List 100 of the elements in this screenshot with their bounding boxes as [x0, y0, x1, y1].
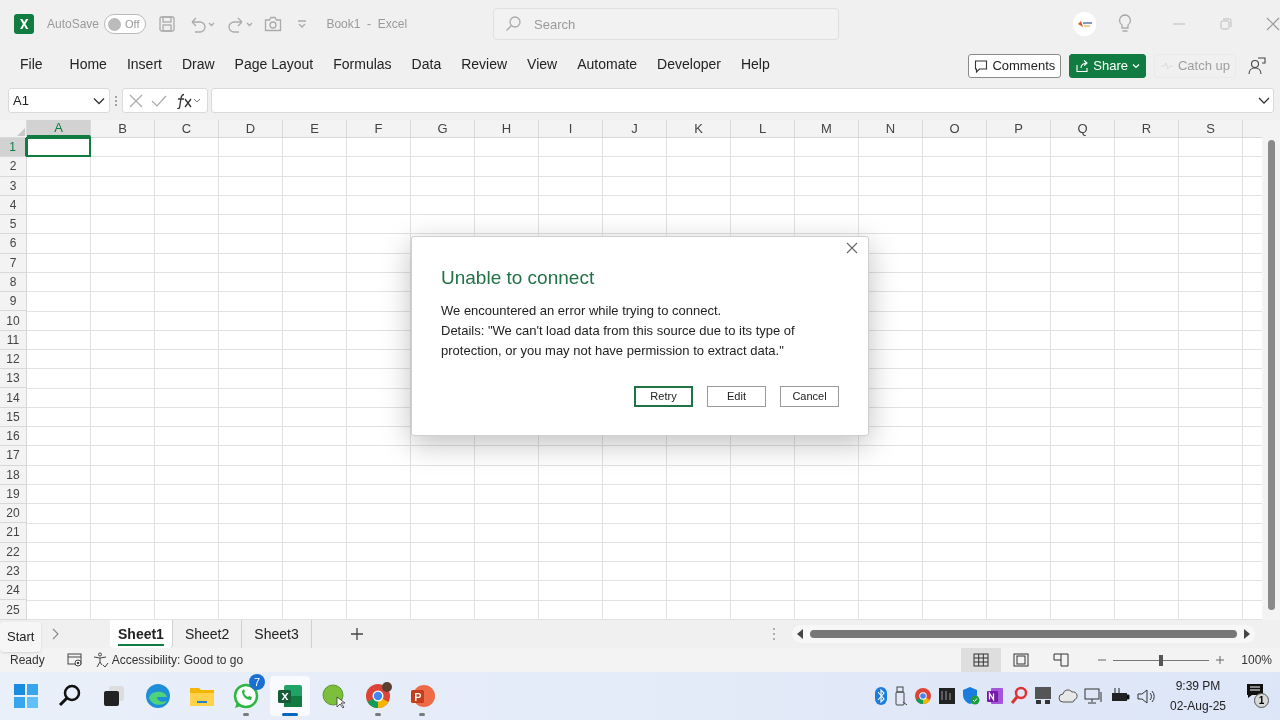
network-icon[interactable]: [1083, 686, 1104, 706]
column-header[interactable]: K: [667, 120, 731, 137]
bluetooth-icon[interactable]: [873, 686, 888, 706]
logo-icon: [1076, 20, 1093, 28]
horizontal-scrollbar[interactable]: [791, 625, 1255, 643]
column-header[interactable]: R: [1115, 120, 1179, 137]
column-header[interactable]: S: [1179, 120, 1243, 137]
ribbon-tab[interactable]: Draw: [171, 51, 225, 81]
customize-toolbar-icon[interactable]: [296, 18, 309, 30]
normal-view-icon: [973, 653, 990, 667]
insert-function-icon[interactable]: [175, 92, 201, 109]
column-header[interactable]: A: [27, 120, 91, 137]
column-header[interactable]: I: [539, 120, 603, 137]
accessibility-status[interactable]: Accessibility: Good to go: [92, 651, 244, 669]
taskbar-button[interactable]: [270, 676, 310, 716]
column-header[interactable]: H: [475, 120, 539, 137]
speaker-icon[interactable]: [1135, 686, 1156, 706]
zoom-level[interactable]: 100%: [1241, 651, 1272, 669]
dialog-button[interactable]: Cancel: [780, 386, 839, 407]
row-header[interactable]: 25: [0, 600, 27, 620]
sheet-tab[interactable]: Sheet1: [110, 620, 173, 648]
dialog-title: Unable to connect: [441, 266, 595, 290]
ribbon-tab[interactable]: Automate: [567, 51, 648, 81]
column-header[interactable]: M: [795, 120, 859, 137]
column-header[interactable]: B: [91, 120, 155, 137]
column-header[interactable]: P: [987, 120, 1051, 137]
ribbon-tab[interactable]: Help: [730, 51, 780, 81]
person-feedback-icon[interactable]: [1248, 57, 1266, 75]
cancel-icon[interactable]: [129, 93, 143, 108]
taskbar-button[interactable]: 7: [226, 676, 266, 716]
redo-icon[interactable]: [226, 15, 255, 33]
chrome-icon[interactable]: [913, 686, 932, 706]
ribbon-tab[interactable]: Home: [59, 51, 117, 81]
usb-drive-icon[interactable]: [893, 686, 908, 706]
dialog-button[interactable]: Edit: [707, 386, 766, 407]
row-header[interactable]: 9: [0, 292, 27, 312]
splitter-icon[interactable]: [771, 627, 776, 641]
ribbon-tab[interactable]: File: [10, 51, 53, 81]
search-field[interactable]: Search: [493, 8, 840, 40]
column-header[interactable]: G: [411, 120, 475, 137]
row-header[interactable]: 2: [0, 157, 27, 177]
notebook-app-icon[interactable]: [985, 686, 1004, 706]
row-header[interactable]: 6: [0, 234, 27, 254]
view-button[interactable]: [961, 648, 1002, 672]
column-header[interactable]: N: [859, 120, 923, 137]
save-icon[interactable]: [158, 15, 177, 33]
page-layout-view-icon: [1013, 653, 1030, 667]
column-header[interactable]: F: [347, 120, 411, 137]
row-header[interactable]: 13: [0, 369, 27, 389]
row-header[interactable]: 17: [0, 446, 27, 466]
column-header[interactable]: O: [923, 120, 987, 137]
row-header[interactable]: 10: [0, 311, 27, 331]
avatar[interactable]: [1073, 12, 1096, 36]
zoom-in-icon[interactable]: [1215, 655, 1226, 665]
column-header[interactable]: J: [603, 120, 667, 137]
row-header[interactable]: 24: [0, 581, 27, 601]
ribbon-tab[interactable]: Review: [451, 51, 518, 81]
row-header[interactable]: 21: [0, 523, 27, 543]
share-button[interactable]: Share: [1069, 54, 1146, 78]
clock-time[interactable]: 9:39 PM: [1175, 676, 1221, 696]
more-options-icon[interactable]: [113, 93, 119, 108]
dark-square-icon[interactable]: [937, 686, 956, 706]
comments-button[interactable]: Comments: [968, 54, 1062, 78]
row-header[interactable]: 14: [0, 388, 27, 408]
row-header[interactable]: 20: [0, 504, 27, 524]
lightbulb-icon[interactable]: [1118, 14, 1132, 34]
zoom-slider-thumb[interactable]: [1159, 654, 1164, 666]
close-icon[interactable]: [1266, 17, 1280, 31]
ribbon-tab[interactable]: Developer: [647, 51, 731, 81]
column-header[interactable]: E: [283, 120, 347, 137]
scroll-left-icon: [795, 629, 804, 639]
display-icon[interactable]: [1033, 686, 1052, 706]
shield-icon[interactable]: [961, 686, 980, 706]
active-cell[interactable]: [26, 137, 91, 157]
column-header[interactable]: D: [219, 120, 283, 137]
dialog-button[interactable]: Retry: [634, 386, 693, 407]
ribbon-tab[interactable]: Data: [401, 51, 452, 81]
column-header[interactable]: L: [731, 120, 795, 137]
magnifier-icon[interactable]: [1009, 686, 1028, 706]
windows-start-icon: [11, 681, 41, 711]
row-header[interactable]: 5: [0, 215, 27, 235]
browser-icon: [143, 681, 173, 711]
formula-input[interactable]: [211, 88, 1274, 113]
clock-date[interactable]: 02-Aug-25: [1169, 696, 1226, 716]
camera-icon[interactable]: [264, 16, 283, 32]
close-icon[interactable]: [846, 242, 858, 254]
cloud-icon[interactable]: [1057, 686, 1078, 706]
name-box[interactable]: A1: [8, 88, 110, 113]
scroll-right-icon[interactable]: [51, 628, 59, 640]
add-sheet-icon[interactable]: [349, 627, 364, 641]
expand-caret-icon: [1257, 95, 1271, 106]
column-header[interactable]: C: [155, 120, 219, 137]
macro-record-icon[interactable]: [66, 653, 83, 667]
notification-count: 1: [1254, 693, 1269, 708]
ribbon-tab[interactable]: Page Layout: [224, 51, 324, 81]
ribbon-tab[interactable]: Formulas: [323, 51, 402, 81]
column-header[interactable]: Q: [1051, 120, 1115, 137]
ribbon-tab[interactable]: Insert: [116, 51, 172, 81]
enter-check-icon[interactable]: [151, 93, 167, 108]
ribbon-tab[interactable]: View: [517, 51, 568, 81]
